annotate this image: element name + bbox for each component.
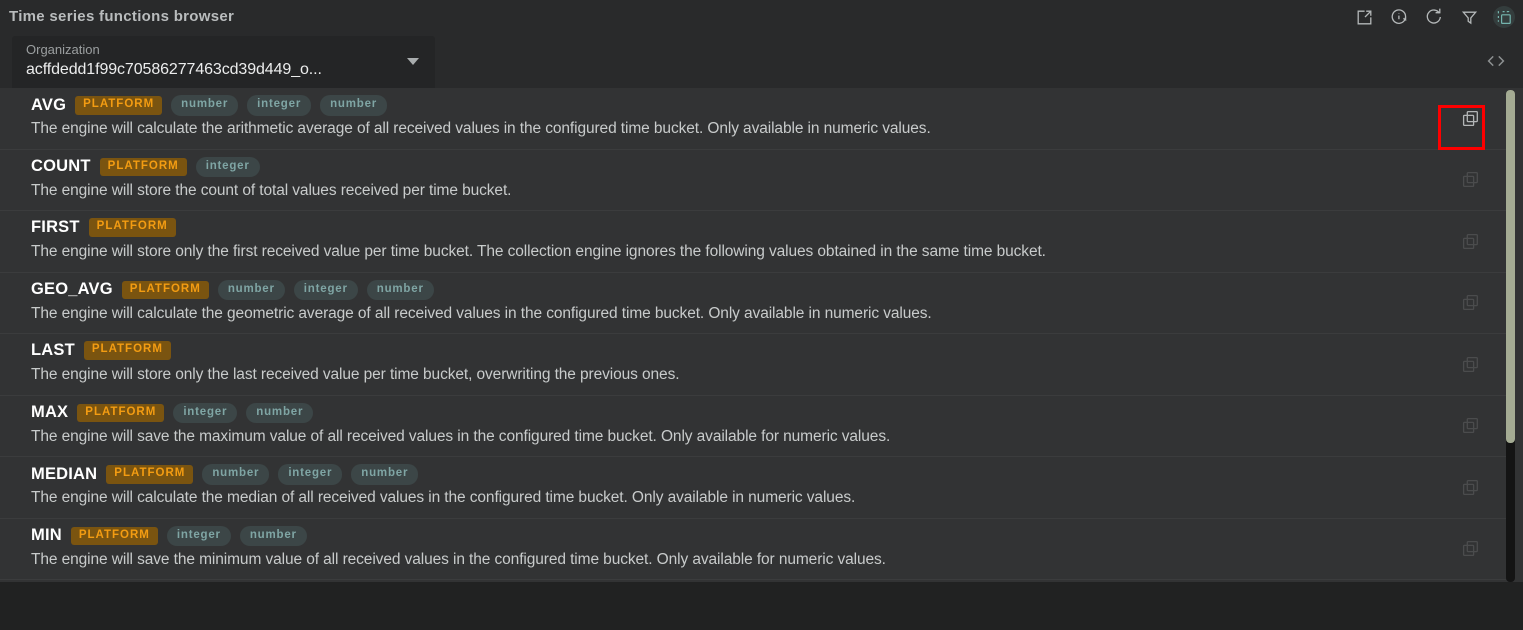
copy-icon[interactable] [1456, 289, 1484, 317]
select-area-icon[interactable] [1493, 6, 1515, 28]
type-badge: number [171, 95, 239, 116]
type-badge: integer [293, 279, 358, 300]
function-description: The engine will save the minimum value o… [31, 550, 886, 568]
type-badge: integer [195, 156, 260, 177]
type-badge: number [320, 95, 388, 116]
function-row-header: FIRST PLATFORM [31, 218, 176, 237]
type-badge: integer [173, 402, 238, 423]
function-name: GEO_AVG [31, 280, 113, 299]
function-row[interactable]: FIRST PLATFORM The engine will store only … [0, 211, 1506, 273]
refresh-icon[interactable] [1423, 6, 1445, 28]
function-row[interactable]: LAST PLATFORM The engine will store only t… [0, 334, 1506, 396]
organization-bar: Organization acffdedd1f99c70586277463cd3… [0, 34, 1523, 88]
platform-badge: PLATFORM [121, 280, 209, 299]
function-name: MIN [31, 526, 62, 545]
copy-icon[interactable] [1456, 350, 1484, 378]
title-bar: Time series functions browser [0, 0, 1523, 34]
function-name: LAST [31, 341, 75, 359]
type-badge: number [202, 464, 270, 485]
functions-list-panel: AVG PLATFORM number integer number The engine… [0, 88, 1523, 582]
export-icon[interactable] [1353, 6, 1375, 28]
function-row[interactable]: MAX PLATFORM integer number The engine will … [0, 395, 1506, 457]
title-bar-actions [1353, 0, 1515, 34]
type-badge: integer [166, 525, 231, 546]
function-name: COUNT [31, 157, 91, 176]
copy-icon[interactable] [1456, 104, 1484, 132]
type-badge: integer [247, 95, 312, 116]
chevron-down-icon[interactable] [407, 58, 419, 65]
platform-badge: PLATFORM [75, 96, 163, 115]
copy-icon[interactable] [1456, 535, 1484, 563]
function-row-header: GEO_AVG PLATFORM number integer number [31, 279, 434, 300]
app-window: Time series functions browser Organizati… [0, 0, 1523, 630]
type-badge: number [217, 279, 285, 300]
function-row[interactable]: COUNT PLATFORM integer The engine will stor… [0, 149, 1506, 211]
organization-label: Organization [26, 42, 100, 57]
function-name: AVG [31, 95, 67, 114]
platform-badge: PLATFORM [106, 465, 194, 484]
type-badge: number [351, 464, 419, 485]
function-row[interactable]: GEO_AVG PLATFORM number integer number The en… [0, 272, 1506, 334]
function-description: The engine will store only the first rec… [31, 243, 1046, 260]
platform-badge: PLATFORM [70, 526, 158, 545]
function-description: The engine will calculate the geometric … [31, 304, 932, 322]
function-row[interactable]: MIN PLATFORM integer number The engine will … [0, 518, 1506, 580]
function-description: The engine will store the count of total… [31, 181, 512, 199]
platform-badge: PLATFORM [99, 157, 187, 176]
function-name: MEDIAN [31, 464, 98, 483]
function-name: MAX [31, 403, 69, 422]
copy-icon[interactable] [1456, 166, 1484, 194]
copy-icon[interactable] [1456, 473, 1484, 501]
function-row-header: LAST PLATFORM [31, 341, 171, 360]
function-row-header: MAX PLATFORM integer number [31, 402, 314, 423]
type-badge: number [239, 525, 307, 546]
type-badge: number [246, 402, 314, 423]
organization-value: acffdedd1f99c70586277463cd39d449_o... [26, 61, 322, 78]
filter-icon[interactable] [1458, 6, 1480, 28]
functions-list: AVG PLATFORM number integer number The engine… [0, 88, 1506, 580]
platform-badge: PLATFORM [88, 218, 176, 237]
list-scrollbar-track[interactable] [1506, 90, 1515, 582]
function-row-header: COUNT PLATFORM integer [31, 156, 260, 177]
function-description: The engine will save the maximum value o… [31, 427, 891, 445]
copy-icon[interactable] [1456, 412, 1484, 440]
function-row-header: MIN PLATFORM integer number [31, 525, 307, 546]
function-description: The engine will calculate the arithmetic… [31, 120, 931, 137]
list-scrollbar-thumb[interactable] [1506, 90, 1515, 443]
organization-select[interactable]: Organization acffdedd1f99c70586277463cd3… [12, 36, 435, 88]
type-badge: integer [278, 464, 343, 485]
platform-badge: PLATFORM [77, 403, 165, 422]
function-name: FIRST [31, 218, 80, 236]
function-row[interactable]: AVG PLATFORM number integer number The engine… [0, 88, 1506, 150]
function-description: The engine will store only the last rece… [31, 366, 680, 383]
platform-badge: PLATFORM [83, 341, 171, 360]
function-row-header: AVG PLATFORM number integer number [31, 95, 388, 116]
copy-icon[interactable] [1456, 227, 1484, 255]
function-row-header: MEDIAN PLATFORM number integer number [31, 464, 419, 485]
code-brackets-icon[interactable] [1483, 50, 1509, 72]
function-description: The engine will calculate the median of … [31, 489, 856, 506]
type-badge: number [366, 279, 434, 300]
window-title: Time series functions browser [9, 8, 235, 25]
function-row[interactable]: MEDIAN PLATFORM number integer number The eng… [0, 457, 1506, 519]
info-icon[interactable] [1388, 6, 1410, 28]
